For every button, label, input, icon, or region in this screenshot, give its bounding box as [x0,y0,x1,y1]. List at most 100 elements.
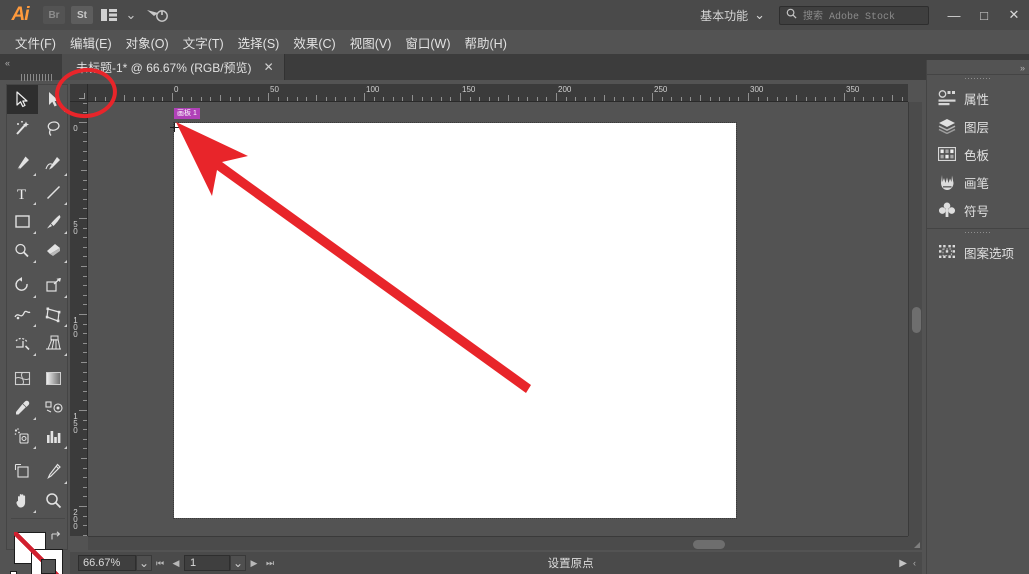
menu-item-file[interactable]: 文件(F) [8,30,63,55]
chevron-down-icon: ⌄ [754,7,765,23]
blend-tool[interactable] [38,393,69,422]
ruler-label-h: 350 [846,85,859,94]
expand-panels-icon[interactable]: » [1020,63,1024,73]
horizontal-scrollbar-thumb[interactable] [693,540,725,549]
swatches-icon [937,145,956,164]
zoom-tool[interactable] [38,486,69,515]
default-fill-stroke-icon[interactable] [10,569,21,574]
panel-button-swatches[interactable]: 色板 [927,140,1029,168]
search-icon [786,6,797,24]
chevron-down-icon[interactable]: ⌄ [124,4,138,26]
symbol-sprayer-tool[interactable] [7,422,38,451]
selection-tool[interactable] [7,85,38,114]
pen-tool[interactable] [7,149,38,178]
canvas-area: 050100150200250300350 050100150200 画板 1 [70,84,922,550]
ruler-label-h: 50 [270,85,279,94]
line-segment-tool[interactable] [38,178,69,207]
menu-item-view[interactable]: 视图(V) [343,30,399,55]
artboard-tool[interactable] [7,457,38,486]
close-button[interactable]: ✕ [999,0,1029,30]
artboard-dropdown-button[interactable]: ⌄ [230,555,246,571]
minimize-button[interactable]: — [939,0,969,30]
slice-tool[interactable] [38,457,69,486]
first-artboard-button[interactable]: ⏮ [152,555,168,571]
width-tool[interactable] [7,300,38,329]
zoom-level-input[interactable]: 66.67% [78,555,136,571]
close-icon[interactable]: ✕ [264,60,274,74]
magic-wand-tool[interactable] [7,114,38,143]
panel-group-grabber[interactable] [927,75,1029,84]
mesh-tool[interactable] [7,364,38,393]
vertical-scrollbar[interactable] [908,102,922,536]
tools-panel-grabber[interactable] [21,74,53,81]
menu-item-effect[interactable]: 效果(C) [286,30,342,55]
canvas-viewport[interactable]: 画板 1 [88,102,908,536]
panel-button-symbols[interactable]: 符号 [927,196,1029,224]
lasso-tool[interactable] [38,114,69,143]
artboard-number-input[interactable]: 1 [184,555,230,571]
go-to-start-icon[interactable] [142,4,172,26]
menu-item-object[interactable]: 对象(O) [119,30,176,55]
previous-artboard-button[interactable]: ◀ [168,555,184,571]
vertical-ruler[interactable]: 050100150200 [70,102,88,536]
layers-icon [937,117,956,136]
ruler-label-h: 150 [462,85,475,94]
hand-tool[interactable] [7,486,38,515]
free-transform-tool[interactable] [38,300,69,329]
arrange-documents-icon[interactable] [98,4,120,26]
rectangle-tool[interactable] [7,207,38,236]
maximize-button[interactable]: □ [969,0,999,30]
status-menu-arrow-icon[interactable]: ▶ [893,558,913,569]
menu-item-window[interactable]: 窗口(W) [398,30,457,55]
curvature-tool[interactable] [38,149,69,178]
swap-fill-stroke-icon[interactable] [51,530,63,545]
panel-group-grabber[interactable] [927,229,1029,238]
horizontal-ruler[interactable]: 050100150200250300350 [88,84,908,102]
perspective-grid-tool[interactable] [38,329,69,358]
menu-item-type[interactable]: 文字(T) [176,30,231,55]
document-tab-bar: « 未标题-1* @ 66.67% (RGB/预览) ✕ [0,54,1029,80]
menu-item-help[interactable]: 帮助(H) [458,30,514,55]
horizontal-scrollbar[interactable] [88,536,908,550]
pattern-options-icon [937,243,956,262]
vertical-scrollbar-thumb[interactable] [912,307,921,333]
eraser-tool[interactable] [38,236,69,265]
menu-item-select[interactable]: 选择(S) [231,30,287,55]
ruler-label-v: 50 [71,220,80,234]
window-resize-grip[interactable] [908,536,922,550]
ruler-origin-crosshair [170,119,179,128]
panel-button-layers[interactable]: 图层 [927,112,1029,140]
tools-panel: T [6,84,68,550]
panel-button-brushes[interactable]: 画笔 [927,168,1029,196]
gradient-tool[interactable] [38,364,69,393]
panel-label-brushes: 画笔 [964,173,989,192]
type-tool[interactable]: T [7,178,38,207]
status-collapse-icon[interactable]: ‹ [913,558,922,568]
panel-button-pattern-options[interactable]: 图案选项 [927,238,1029,266]
stock-button[interactable]: St [71,6,93,24]
scale-tool[interactable] [38,271,69,300]
paintbrush-tool[interactable] [38,207,69,236]
panel-dock: » 属性 [926,60,1029,574]
search-adobe-stock-input[interactable]: 搜索 Adobe Stock [779,6,929,25]
svg-text:T: T [17,187,26,201]
collapse-panels-icon[interactable]: « [5,58,9,68]
stroke-swatch[interactable] [31,549,63,574]
shaper-tool[interactable] [7,236,38,265]
shape-builder-tool[interactable] [7,329,38,358]
fill-stroke-control [7,528,67,574]
rotate-tool[interactable] [7,271,38,300]
ruler-label-v: 200 [71,508,80,529]
status-bar: 66.67% ⌄ ⏮ ◀ 1 ⌄ ▶ ⏭ 设置原点 ▶ ‹ [70,552,922,574]
menu-item-edit[interactable]: 编辑(E) [63,30,119,55]
panel-button-properties[interactable]: 属性 [927,84,1029,112]
zoom-dropdown-button[interactable]: ⌄ [136,555,152,571]
bridge-button[interactable]: Br [43,6,65,24]
panel-label-properties: 属性 [964,89,989,108]
artboard[interactable] [174,123,736,518]
brushes-icon [937,173,956,192]
pattern-panel-group: 图案选项 [927,228,1029,270]
workspace-selector[interactable]: 基本功能 ⌄ [692,4,773,27]
column-graph-tool[interactable] [38,422,69,451]
eyedropper-tool[interactable] [7,393,38,422]
